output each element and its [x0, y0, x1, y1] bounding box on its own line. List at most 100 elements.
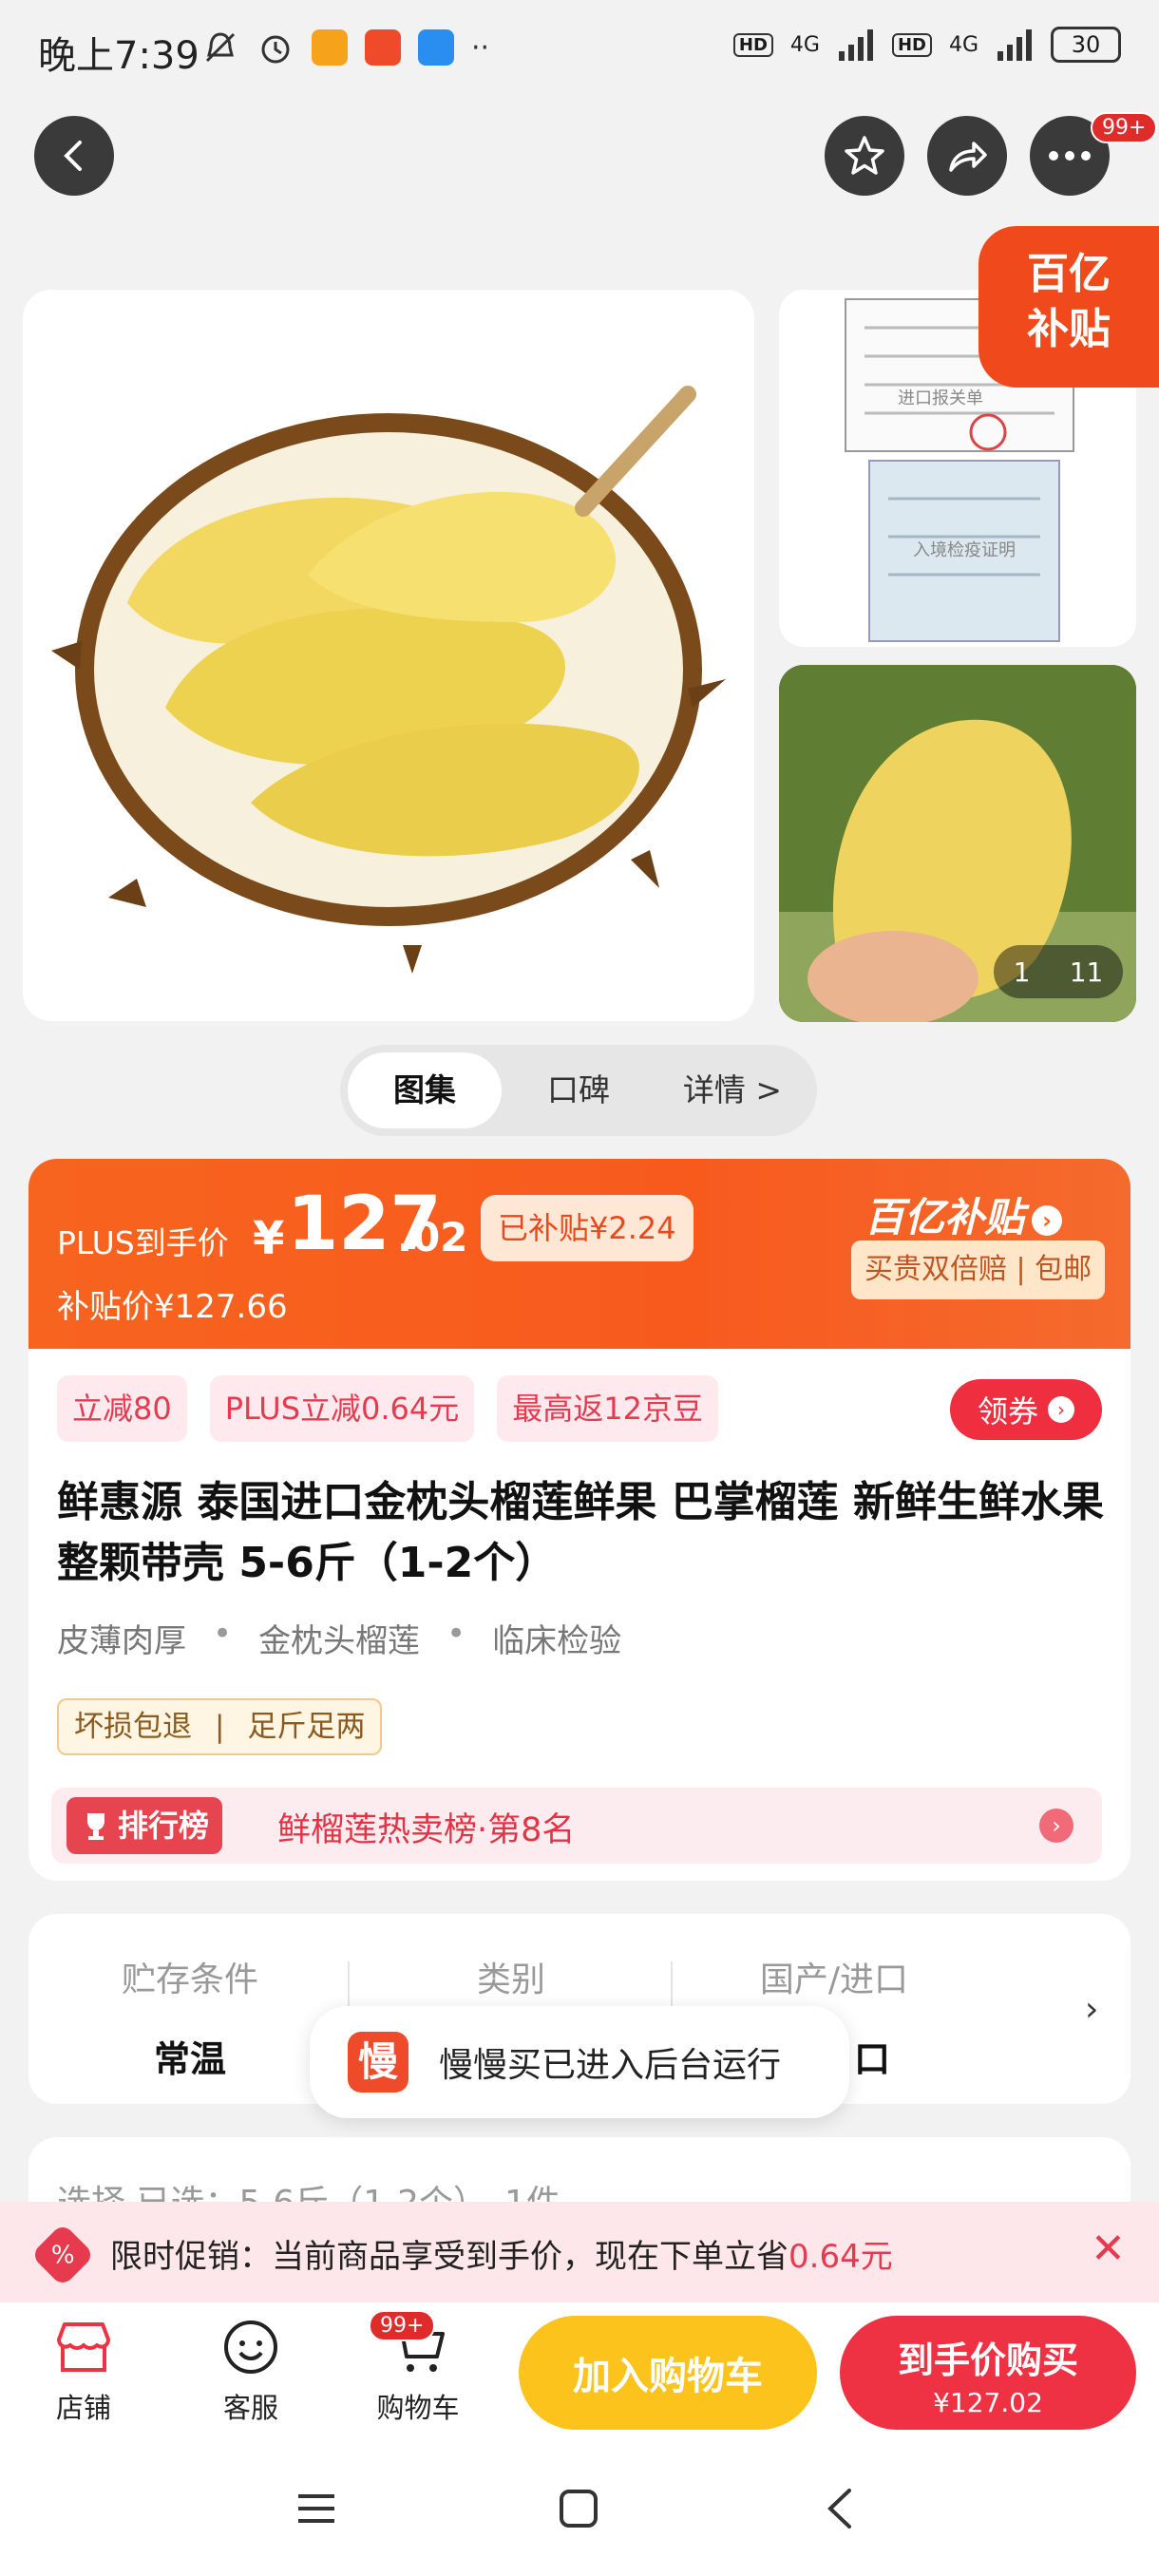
ranking-tag-label: 排行榜: [118, 1808, 210, 1844]
smile-chat-icon: [224, 2320, 277, 2374]
home-icon[interactable]: [557, 2487, 600, 2530]
product-title: 鲜惠源 泰国进口金枕头榴莲鲜果 巴掌榴莲 新鲜生鲜水果整颗带壳 5-6斤（1-2…: [57, 1478, 1104, 1587]
store-button[interactable]: 店铺: [27, 2318, 141, 2426]
promo-row: 立减80 PLUS立减0.64元 最高返12京豆: [57, 1375, 718, 1442]
limited-promo-strip[interactable]: % 限时促销：当前商品享受到手价，现在下单立省0.64元 ✕: [0, 2202, 1159, 2302]
hd-icon-2: HD: [891, 32, 932, 57]
app-notify-blue-icon: [418, 29, 454, 66]
subsidy-price: 补贴价¥127.66: [57, 1288, 288, 1326]
subsidy-corner-line2: 补贴: [1027, 305, 1111, 353]
feature-item: 临床检验: [492, 1622, 622, 1660]
guarantee-item: 足斤足两: [247, 1710, 366, 1744]
ranking-tag: 排行榜: [66, 1797, 223, 1854]
promo-strip-amount: 0.64元: [788, 2238, 893, 2276]
plus-price-label: PLUS到手价: [57, 1224, 229, 1261]
spec-value: 常温: [153, 2038, 226, 2080]
subsidy-guarantee-badge: 买贵双倍赔 | 包邮: [851, 1241, 1106, 1299]
promo-tag[interactable]: PLUS立减0.64元: [209, 1375, 475, 1442]
ranking-bar[interactable]: 排行榜 鲜榴莲热卖榜·第8名 ›: [51, 1788, 1102, 1864]
ranking-text: 鲜榴莲热卖榜·第8名: [277, 1811, 576, 1849]
chevron-left-icon: [64, 141, 82, 171]
image-counter-total: 11: [1069, 956, 1104, 988]
get-coupon-button[interactable]: 领券 ›: [950, 1379, 1102, 1440]
durian-image: [51, 386, 726, 974]
add-to-cart-button[interactable]: 加入购物车: [519, 2316, 817, 2430]
tab-details[interactable]: 详情 >: [656, 1052, 809, 1128]
subsidy-corner-badge: 百亿 补贴: [978, 226, 1159, 388]
gallery-tabs: 图集 口碑 详情 >: [340, 1045, 817, 1136]
spec-key: 贮存条件: [121, 1960, 258, 1999]
manmanmai-app-icon: 慢: [348, 2032, 408, 2093]
image-counter-current: 1: [1013, 956, 1031, 988]
share-button[interactable]: [927, 116, 1007, 196]
guarantee-item: 坏损包退: [74, 1710, 192, 1744]
tab-gallery[interactable]: 图集: [348, 1052, 502, 1128]
star-icon: [845, 136, 884, 175]
status-bar: 晚上7:39 ·· HD 4G HD 4G 30: [0, 0, 1159, 103]
spec-key: 国产/进口: [759, 1960, 909, 1999]
menu-icon[interactable]: [294, 2487, 338, 2530]
feature-item: 金枕头榴莲: [258, 1622, 421, 1660]
buy-now-label: 到手价购买: [897, 2339, 1078, 2381]
chevron-right-icon: ›: [1085, 1990, 1099, 2029]
manmanmai-notify-icon: [365, 29, 401, 66]
buy-now-button[interactable]: 到手价购买 ¥127.02: [840, 2316, 1136, 2430]
promo-tag[interactable]: 立减80: [57, 1375, 187, 1442]
product-info-card: PLUS到手价 ¥ 127 .02 已补贴¥2.24 补贴价¥127.66 百亿…: [28, 1159, 1130, 1881]
subsidy-logo-link[interactable]: 百亿补贴 ›: [864, 1185, 1063, 1243]
cart-label: 购物车: [376, 2392, 460, 2424]
chevron-right-icon: ›: [1032, 1204, 1063, 1236]
battery-icon: 30: [1051, 27, 1121, 63]
price-yen: ¥: [253, 1212, 285, 1265]
store-icon: [57, 2322, 110, 2372]
separator-dot: •: [213, 1615, 233, 1653]
trophy-icon: [87, 1813, 104, 1840]
guarantee-divider: |: [215, 1710, 225, 1744]
spec-key: 类别: [476, 1960, 545, 1999]
toast-message: 慢慢买已进入后台运行: [439, 2046, 782, 2085]
service-label: 客服: [222, 2392, 278, 2424]
coupon-label: 领券: [977, 1393, 1038, 1430]
alarm-icon: [261, 35, 290, 64]
subsidy-logo-text: 百亿补贴: [864, 1194, 1025, 1241]
cart-badge: 99+: [369, 2310, 436, 2341]
app-notify-icon: [312, 29, 348, 66]
image-counter: 1 11: [994, 945, 1123, 998]
doc-stamp-text: 入境检疫证明: [913, 540, 1016, 560]
tab-reviews[interactable]: 口碑: [502, 1052, 656, 1128]
price-decimal: .02: [397, 1214, 468, 1260]
promo-strip-prefix: 限时促销：当前商品享受到手价，现在下单立省: [110, 2238, 788, 2276]
promo-strip-text: 限时促销：当前商品享受到手价，现在下单立省0.64元: [110, 2230, 893, 2277]
signal-icon-2: [998, 29, 1032, 61]
subsidized-tag: 已补贴¥2.24: [481, 1195, 694, 1261]
mute-icon: [205, 32, 236, 63]
store-label: 店铺: [55, 2392, 111, 2424]
feature-item: 皮薄肉厚: [57, 1622, 186, 1660]
close-icon[interactable]: ✕: [1091, 2225, 1126, 2273]
more-dots-icon: [1049, 151, 1091, 161]
promo-tag[interactable]: 最高返12京豆: [497, 1375, 718, 1442]
signal-icon: [838, 29, 873, 61]
main-product-image[interactable]: [23, 290, 754, 1021]
spec-storage: 贮存条件 常温: [28, 1952, 352, 2082]
customer-service-button[interactable]: 客服: [194, 2318, 308, 2426]
favorite-button[interactable]: [825, 116, 904, 196]
doc-header-text: 进口报关单: [898, 388, 983, 408]
more-badge: 99+: [1091, 112, 1158, 143]
status-time: 晚上7:39: [38, 34, 200, 78]
hd-icon: HD: [732, 32, 773, 57]
more-notify-icon: ··: [471, 30, 490, 65]
price-banner: PLUS到手价 ¥ 127 .02 已补贴¥2.24 补贴价¥127.66 百亿…: [28, 1159, 1130, 1349]
background-toast: 慢 慢慢买已进入后台运行: [310, 2006, 849, 2118]
subsidy-corner-line1: 百亿: [1027, 250, 1111, 298]
buy-now-price: ¥127.02: [933, 2387, 1043, 2418]
guarantee-tag: 坏损包退 | 足斤足两: [57, 1698, 383, 1755]
system-nav-bar: [0, 2454, 1159, 2576]
status-right: HD 4G HD 4G 30: [732, 27, 1121, 63]
separator-dot: •: [446, 1615, 466, 1653]
back-nav-icon[interactable]: [819, 2487, 863, 2530]
back-button[interactable]: [34, 116, 114, 196]
chevron-right-icon: ›: [1048, 1396, 1074, 1423]
feature-list: 皮薄肉厚 • 金枕头榴莲 • 临床检验: [57, 1615, 621, 1661]
status-icons: ··: [201, 28, 489, 66]
